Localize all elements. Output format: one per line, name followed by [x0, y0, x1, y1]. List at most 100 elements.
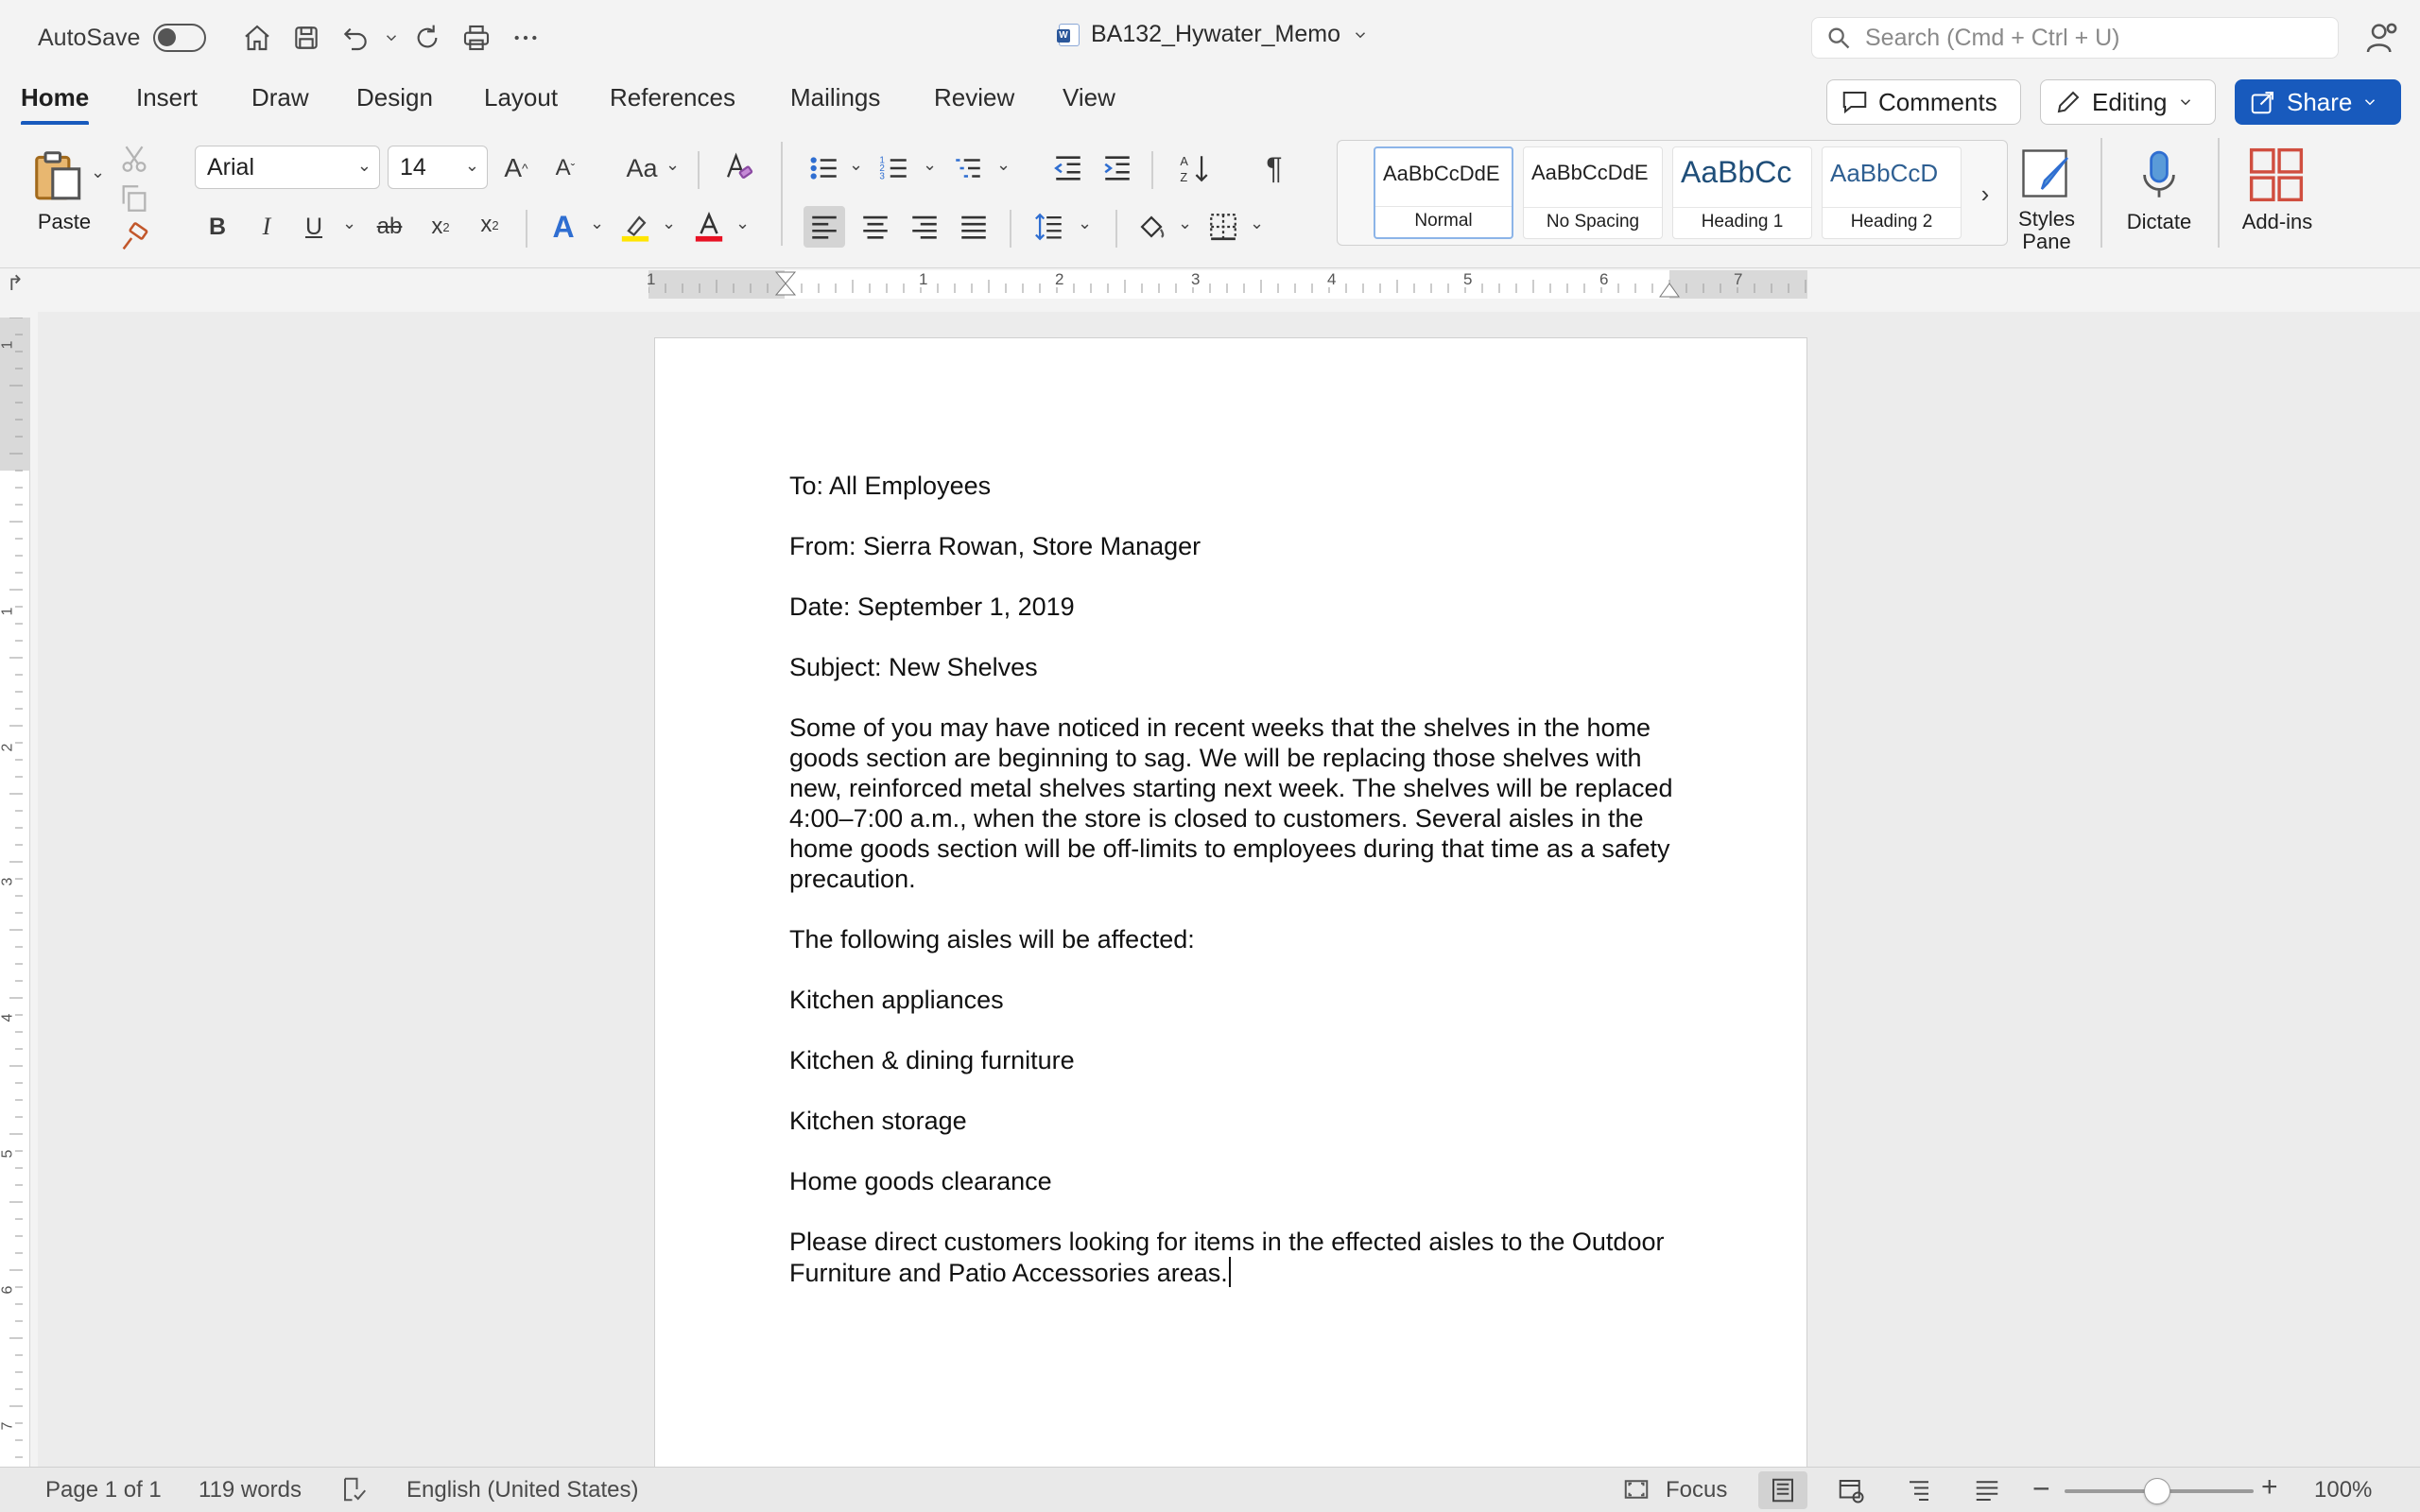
proofing-icon[interactable] [340, 1475, 369, 1510]
microphone-icon[interactable] [2131, 142, 2187, 208]
tab-stop-selector-icon[interactable]: ↱ [4, 270, 26, 297]
increase-indent-icon[interactable] [1098, 149, 1136, 187]
language-status[interactable]: English (United States) [406, 1477, 638, 1503]
aisle-item[interactable]: Kitchen appliances [789, 985, 1678, 1015]
undo-dropdown-chevron-icon[interactable] [380, 19, 403, 57]
tab-layout[interactable]: Layout [484, 83, 558, 112]
web-layout-view-icon[interactable] [1826, 1471, 1876, 1509]
tab-design[interactable]: Design [356, 83, 433, 112]
tab-draw[interactable]: Draw [251, 83, 309, 112]
style-heading-1[interactable]: AaBbCc Heading 1 [1672, 146, 1812, 239]
highlight-chevron-icon[interactable]: ⌄ [662, 214, 676, 233]
document-body[interactable]: To: All Employees From: Sierra Rowan, St… [789, 471, 1678, 1318]
focus-label[interactable]: Focus [1666, 1477, 1727, 1503]
line-spacing-icon[interactable] [1028, 206, 1070, 248]
tab-review[interactable]: Review [934, 83, 1014, 112]
bullets-icon[interactable] [805, 149, 843, 187]
underline-chevron-icon[interactable]: ⌄ [342, 214, 356, 233]
add-ins-icon[interactable] [2246, 142, 2307, 208]
save-icon[interactable] [282, 19, 331, 57]
memo-closing-paragraph[interactable]: Please direct customers looking for item… [789, 1227, 1678, 1288]
font-size-dropdown[interactable]: 14 ⌄ [388, 146, 488, 189]
numbering-icon[interactable]: 123 [875, 149, 913, 187]
styles-more-chevron-icon[interactable]: › [1971, 175, 1999, 213]
borders-chevron-icon[interactable]: ⌄ [1250, 214, 1264, 233]
undo-icon[interactable] [331, 19, 380, 57]
zoom-in-icon[interactable]: + [2261, 1471, 2278, 1503]
editing-button[interactable]: Editing [2040, 79, 2216, 125]
outline-view-icon[interactable] [1894, 1471, 1944, 1509]
superscript-icon[interactable]: x2 [473, 208, 507, 242]
copy-icon[interactable] [117, 181, 151, 215]
font-color-chevron-icon[interactable]: ⌄ [735, 214, 750, 233]
format-painter-icon[interactable] [117, 221, 151, 255]
cut-icon[interactable] [117, 142, 151, 176]
comments-button[interactable]: Comments [1826, 79, 2021, 125]
subscript-icon[interactable]: x2 [424, 210, 458, 244]
styles-pane-icon[interactable] [2017, 142, 2078, 208]
font-name-dropdown[interactable]: Arial ⌄ [195, 146, 380, 189]
tab-view[interactable]: View [1063, 83, 1115, 112]
zoom-out-icon[interactable]: − [2032, 1471, 2050, 1506]
page-count[interactable]: Page 1 of 1 [45, 1477, 162, 1503]
document-page[interactable]: To: All Employees From: Sierra Rowan, St… [654, 337, 1807, 1471]
bullets-chevron-icon[interactable]: ⌄ [849, 155, 863, 175]
text-effects-icon[interactable]: A [544, 208, 582, 246]
paste-icon[interactable] [25, 142, 93, 208]
multilevel-list-icon[interactable] [949, 149, 987, 187]
show-formatting-marks-icon[interactable]: ¶ [1255, 147, 1293, 189]
grow-font-icon[interactable]: A ^ [497, 149, 535, 187]
shading-chevron-icon[interactable]: ⌄ [1178, 214, 1192, 233]
change-case-chevron-icon[interactable]: ⌄ [666, 155, 680, 175]
memo-from[interactable]: From: Sierra Rowan, Store Manager [789, 531, 1678, 561]
autosave-toggle[interactable] [153, 24, 207, 52]
align-right-icon[interactable] [904, 206, 945, 248]
right-indent-marker[interactable] [1658, 280, 1681, 299]
font-color-icon[interactable] [688, 206, 730, 248]
shrink-font-icon[interactable]: Aˇ [546, 149, 584, 187]
tab-insert[interactable]: Insert [136, 83, 198, 112]
text-effects-chevron-icon[interactable]: ⌄ [590, 214, 604, 233]
home-icon[interactable] [233, 19, 282, 57]
word-count[interactable]: 119 words [199, 1477, 302, 1503]
memo-paragraph[interactable]: The following aisles will be affected: [789, 924, 1678, 954]
search-box[interactable]: Search (Cmd + Ctrl + U) [1811, 17, 2339, 59]
strikethrough-icon[interactable]: ab [371, 210, 408, 244]
tab-mailings[interactable]: Mailings [790, 83, 880, 112]
align-center-icon[interactable] [855, 206, 896, 248]
style-normal[interactable]: AaBbCcDdE Normal [1374, 146, 1513, 239]
style-heading-2[interactable]: AaBbCcD Heading 2 [1822, 146, 1962, 239]
clear-formatting-icon[interactable] [718, 147, 756, 185]
print-icon[interactable] [452, 19, 501, 57]
justify-icon[interactable] [953, 206, 994, 248]
memo-to[interactable]: To: All Employees [789, 471, 1678, 501]
zoom-slider-knob[interactable] [2144, 1478, 2170, 1504]
redo-icon[interactable] [403, 19, 452, 57]
aisle-item[interactable]: Kitchen & dining furniture [789, 1045, 1678, 1075]
memo-subject[interactable]: Subject: New Shelves [789, 652, 1678, 682]
sort-icon[interactable]: AZ [1176, 147, 1214, 189]
first-line-indent-marker[interactable] [773, 270, 798, 308]
horizontal-ruler[interactable]: ↱ 1 1 2 3 4 5 6 7 [0, 270, 2420, 299]
memo-date[interactable]: Date: September 1, 2019 [789, 592, 1678, 622]
share-button[interactable]: Share [2235, 79, 2401, 125]
tab-home[interactable]: Home [21, 83, 90, 126]
tab-references[interactable]: References [610, 83, 735, 112]
aisle-item[interactable]: Home goods clearance [789, 1166, 1678, 1196]
draft-view-icon[interactable] [1962, 1471, 2012, 1509]
document-title[interactable]: BA132_Hywater_Memo [1057, 21, 1369, 48]
change-case-icon[interactable]: Aa [620, 151, 664, 185]
decrease-indent-icon[interactable] [1049, 149, 1087, 187]
memo-paragraph[interactable]: Some of you may have noticed in recent w… [789, 713, 1678, 894]
numbering-chevron-icon[interactable]: ⌄ [923, 155, 937, 175]
line-spacing-chevron-icon[interactable]: ⌄ [1078, 214, 1092, 233]
print-layout-view-icon[interactable] [1758, 1471, 1807, 1509]
multilevel-list-chevron-icon[interactable]: ⌄ [996, 155, 1011, 175]
aisle-item[interactable]: Kitchen storage [789, 1106, 1678, 1136]
bold-icon[interactable]: B [200, 210, 234, 244]
italic-icon[interactable]: I [250, 210, 284, 244]
vertical-ruler[interactable]: 1 1 2 3 4 5 6 7 [0, 318, 30, 1467]
account-icon[interactable] [2363, 19, 2401, 57]
zoom-level[interactable]: 100% [2314, 1477, 2372, 1503]
underline-icon[interactable]: U [297, 210, 331, 244]
